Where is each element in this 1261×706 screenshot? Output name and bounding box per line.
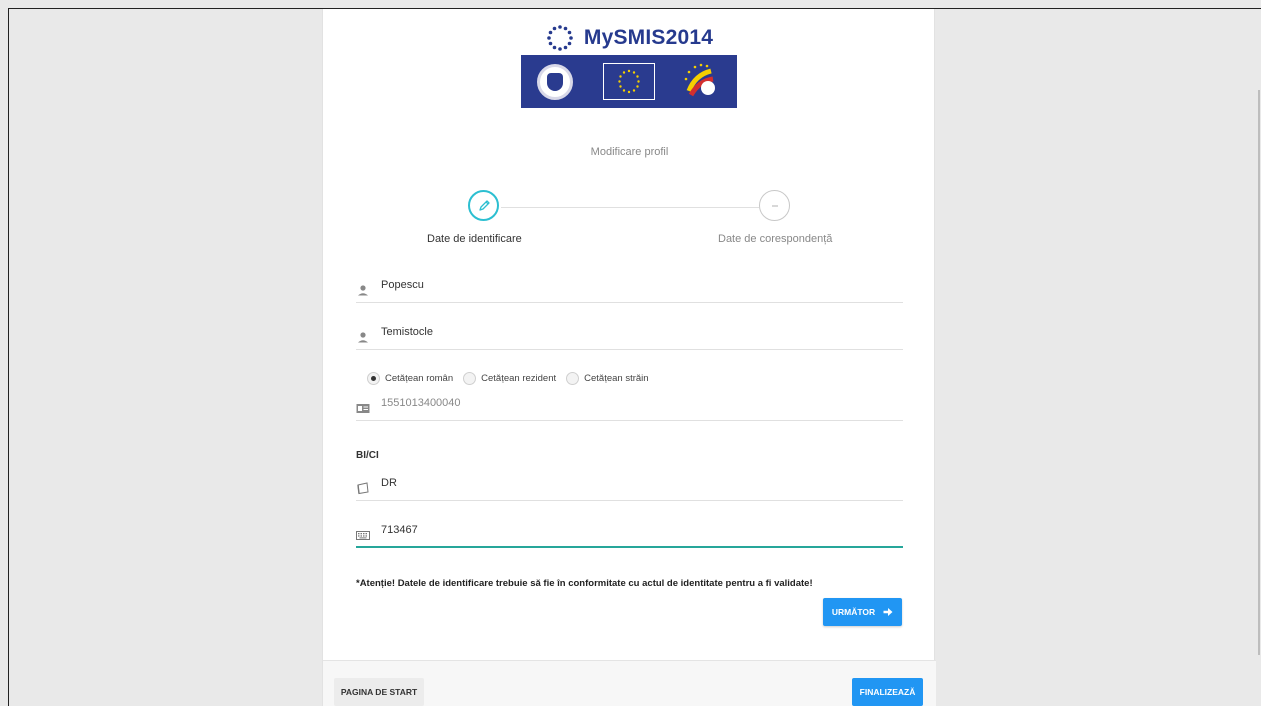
- step-1-label[interactable]: Date de identificare: [427, 233, 522, 245]
- step-2-indicator[interactable]: [759, 190, 790, 221]
- id-number-value[interactable]: 713467: [381, 524, 418, 536]
- radio-button[interactable]: [566, 371, 580, 385]
- radio-button-checked[interactable]: [367, 371, 380, 385]
- next-button[interactable]: URMĂTOR: [823, 598, 902, 626]
- next-button-label: URMĂTOR: [831, 607, 876, 617]
- finish-button[interactable]: FINALIZEAZĂ: [852, 678, 923, 706]
- document-icon: [357, 482, 369, 495]
- dash-icon: [771, 205, 778, 206]
- app-title: MySMIS2014: [583, 26, 714, 49]
- step-2-label[interactable]: Date de corespondență: [718, 233, 832, 245]
- brand-header: MySMIS2014: [323, 23, 936, 53]
- document-section-label: BI/CI: [356, 450, 379, 461]
- radio-button[interactable]: [463, 371, 477, 385]
- person-icon: [358, 285, 368, 296]
- first-name-value[interactable]: Temistocle: [381, 326, 433, 338]
- home-page-button[interactable]: PAGINA DE START: [334, 678, 424, 706]
- id-series-field[interactable]: DR: [356, 475, 903, 501]
- cnp-value[interactable]: 1551013400040: [381, 397, 461, 409]
- pencil-icon: [478, 199, 490, 211]
- last-name-field[interactable]: Popescu: [356, 277, 903, 303]
- radio-citizen-romanian[interactable]: Cetățean român: [367, 371, 454, 385]
- radio-citizen-resident[interactable]: Cetățean rezident: [463, 371, 557, 385]
- partner-logos-banner: [521, 55, 737, 108]
- id-number-field[interactable]: 713467: [356, 522, 903, 548]
- eu-flag-logo: [603, 63, 655, 100]
- id-series-value[interactable]: DR: [381, 477, 397, 489]
- first-name-field[interactable]: Temistocle: [356, 324, 903, 350]
- id-card-icon: [356, 404, 370, 413]
- eu-stars-icon: [547, 25, 573, 51]
- cnp-field[interactable]: 1551013400040: [356, 395, 903, 421]
- keyboard-icon: [356, 531, 370, 540]
- profile-card: MySMIS2014 Modificare profil Date de ide…: [322, 9, 936, 706]
- page-subtitle: Modificare profil: [590, 146, 669, 158]
- person-icon: [358, 332, 368, 343]
- arrow-right-icon: [883, 608, 893, 616]
- government-seal-logo: [537, 64, 573, 100]
- radio-label: Cetățean străin: [584, 372, 649, 384]
- radio-citizen-foreign[interactable]: Cetățean străin: [566, 371, 649, 385]
- last-name-value[interactable]: Popescu: [381, 279, 424, 291]
- citizenship-radio-group: Cetățean român Cetățean rezident Cetățea…: [367, 371, 659, 385]
- footer-bar: PAGINA DE START FINALIZEAZĂ: [323, 660, 936, 706]
- window-left-border: [8, 8, 9, 706]
- radio-label: Cetățean rezident: [481, 372, 557, 384]
- scrollbar[interactable]: [1258, 90, 1260, 655]
- stepper-connector: [501, 207, 759, 208]
- identity-warning-text: *Atenție! Datele de identificare trebuie…: [356, 578, 813, 589]
- romania-programme-logo: [684, 63, 715, 97]
- step-1-indicator[interactable]: [468, 190, 499, 221]
- radio-label: Cetățean român: [385, 372, 454, 384]
